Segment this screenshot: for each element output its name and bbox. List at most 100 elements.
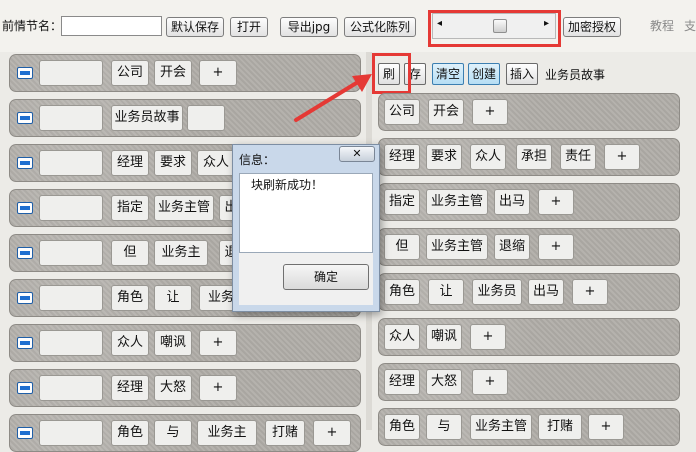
add-block-button[interactable]: +: [313, 420, 351, 446]
word-block[interactable]: 承担: [516, 144, 552, 170]
collapse-icon[interactable]: [17, 202, 33, 214]
word-block[interactable]: 经理: [111, 375, 149, 401]
export-jpg-button[interactable]: 导出jpg: [280, 17, 338, 37]
clear-button[interactable]: 清空: [432, 63, 464, 85]
add-block-button[interactable]: +: [199, 375, 237, 401]
word-block[interactable]: 让: [154, 285, 192, 311]
add-block-button[interactable]: +: [538, 234, 574, 260]
word-block[interactable]: 开会: [428, 99, 464, 125]
tutorial-link[interactable]: 教程: [650, 16, 674, 36]
collapse-icon[interactable]: [17, 337, 33, 349]
add-block-button[interactable]: +: [472, 369, 508, 395]
scroll-thumb[interactable]: [493, 19, 507, 33]
add-block-button[interactable]: +: [538, 189, 574, 215]
word-block[interactable]: 出马: [528, 279, 564, 305]
word-block[interactable]: 业务主管: [154, 195, 214, 221]
ok-button[interactable]: 确定: [283, 264, 369, 290]
add-block-button[interactable]: +: [588, 414, 624, 440]
row-name-field[interactable]: [39, 375, 103, 401]
word-block[interactable]: 众人: [197, 150, 235, 176]
save-button[interactable]: 存: [404, 63, 426, 85]
word-block[interactable]: 业务员: [472, 279, 522, 305]
word-block[interactable]: 公司: [384, 99, 420, 125]
info-dialog: 信息： ✕ 块刷新成功！ 确定: [232, 144, 380, 312]
word-block[interactable]: 退缩: [494, 234, 530, 260]
word-block[interactable]: 打赌: [265, 420, 305, 446]
add-block-button[interactable]: +: [199, 330, 237, 356]
default-save-button[interactable]: 默认保存: [166, 17, 224, 37]
horizontal-scrollbar[interactable]: ◂ ▸: [432, 13, 556, 39]
scroll-right-icon[interactable]: ▸: [544, 18, 549, 29]
word-block[interactable]: 业务主: [154, 240, 208, 266]
row-name-field[interactable]: [39, 285, 103, 311]
left-row-8: 经理 大怒 +: [9, 369, 361, 407]
dialog-close-button[interactable]: ✕: [339, 146, 375, 162]
formula-display-button[interactable]: 公式化陈列: [344, 17, 416, 37]
scroll-left-icon[interactable]: ◂: [437, 18, 442, 29]
word-block[interactable]: 业务主管: [426, 189, 488, 215]
collapse-icon[interactable]: [17, 67, 33, 79]
word-block[interactable]: 让: [428, 279, 464, 305]
add-block-button[interactable]: +: [199, 60, 237, 86]
collapse-icon[interactable]: [17, 292, 33, 304]
word-block[interactable]: 业务主管: [470, 414, 532, 440]
word-block[interactable]: 业务主: [197, 420, 257, 446]
word-block[interactable]: 指定: [111, 195, 149, 221]
open-button[interactable]: 打开: [230, 17, 268, 37]
chapter-name-input[interactable]: [61, 16, 162, 36]
word-block[interactable]: 经理: [384, 144, 420, 170]
word-block[interactable]: 开会: [154, 60, 192, 86]
word-block[interactable]: [187, 105, 225, 131]
add-block-button[interactable]: +: [604, 144, 640, 170]
support-link[interactable]: 支: [684, 16, 696, 36]
add-block-button[interactable]: +: [470, 324, 506, 350]
word-block[interactable]: 角色: [384, 414, 420, 440]
right-row-8: 角色 与 业务主管 打赌 +: [378, 408, 680, 446]
word-block[interactable]: 业务主管: [426, 234, 488, 260]
word-block[interactable]: 角色: [111, 420, 149, 446]
word-block[interactable]: 业务员故事: [111, 105, 183, 131]
word-block[interactable]: 但: [384, 234, 420, 260]
word-block[interactable]: 公司: [111, 60, 149, 86]
word-block[interactable]: 众人: [470, 144, 506, 170]
insert-button[interactable]: 插入: [506, 63, 538, 85]
word-block[interactable]: 角色: [111, 285, 149, 311]
word-block[interactable]: 大怒: [154, 375, 192, 401]
word-block[interactable]: 经理: [111, 150, 149, 176]
word-block[interactable]: 与: [426, 414, 462, 440]
word-block[interactable]: 与: [154, 420, 192, 446]
collapse-icon[interactable]: [17, 427, 33, 439]
word-block[interactable]: 指定: [384, 189, 420, 215]
word-block[interactable]: 要求: [426, 144, 462, 170]
row-name-field[interactable]: [39, 150, 103, 176]
word-block[interactable]: 嘲讽: [154, 330, 192, 356]
word-block[interactable]: 经理: [384, 369, 420, 395]
row-name-field[interactable]: [39, 330, 103, 356]
row-name-field[interactable]: [39, 195, 103, 221]
word-block[interactable]: 众人: [111, 330, 149, 356]
add-block-button[interactable]: +: [572, 279, 608, 305]
row-name-field[interactable]: [39, 240, 103, 266]
word-block[interactable]: 打赌: [538, 414, 582, 440]
collapse-icon[interactable]: [17, 247, 33, 259]
right-row-3: 指定 业务主管 出马 +: [378, 183, 680, 221]
encrypt-license-button[interactable]: 加密授权: [563, 17, 621, 37]
word-block[interactable]: 众人: [384, 324, 420, 350]
collapse-icon[interactable]: [17, 382, 33, 394]
word-block[interactable]: 角色: [384, 279, 420, 305]
refresh-button[interactable]: 刷: [378, 63, 400, 85]
word-block[interactable]: 要求: [154, 150, 192, 176]
word-block[interactable]: 嘲讽: [426, 324, 462, 350]
collapse-icon[interactable]: [17, 112, 33, 124]
add-block-button[interactable]: +: [472, 99, 508, 125]
word-block[interactable]: 出马: [494, 189, 530, 215]
word-block[interactable]: 责任: [560, 144, 596, 170]
create-button[interactable]: 创建: [468, 63, 500, 85]
word-block[interactable]: 大怒: [426, 369, 462, 395]
word-block[interactable]: 但: [111, 240, 149, 266]
row-name-field[interactable]: [39, 105, 103, 131]
row-name-field[interactable]: [39, 60, 103, 86]
right-row-4: 但 业务主管 退缩 +: [378, 228, 680, 266]
collapse-icon[interactable]: [17, 157, 33, 169]
row-name-field[interactable]: [39, 420, 103, 446]
